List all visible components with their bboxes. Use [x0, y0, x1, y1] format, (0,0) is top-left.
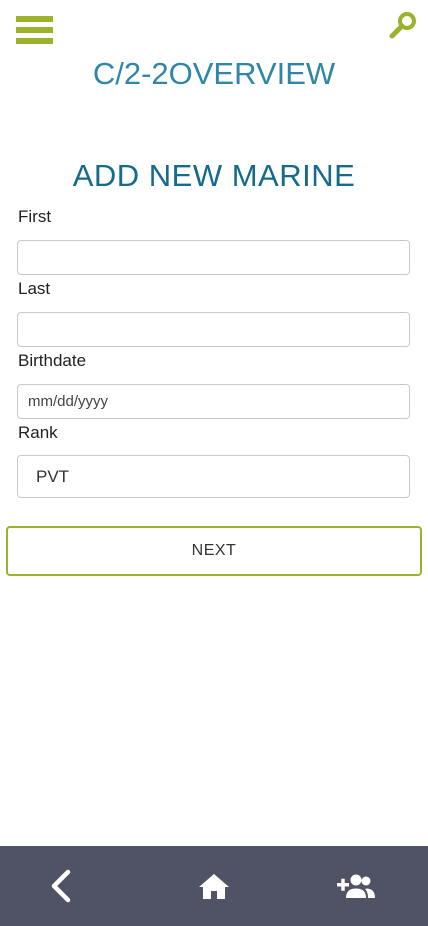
home-icon[interactable]: [194, 866, 234, 906]
next-button[interactable]: NEXT: [6, 526, 422, 576]
rank-select[interactable]: [17, 455, 410, 498]
search-icon[interactable]: [388, 10, 418, 40]
add-marine-screen: C/2-2OVERVIEW ADD NEW MARINE First Last …: [0, 0, 428, 926]
last-name-input[interactable]: [17, 312, 410, 347]
app-title: C/2-2OVERVIEW: [92, 56, 336, 91]
form-title: ADD NEW MARINE: [72, 158, 356, 193]
last-name-label: Last: [18, 279, 51, 298]
bottom-nav-bar: [0, 846, 428, 926]
first-name-input[interactable]: [17, 240, 410, 275]
rank-label: Rank: [18, 423, 58, 442]
birthdate-input[interactable]: [17, 384, 410, 419]
back-chevron-icon[interactable]: [42, 866, 82, 906]
first-name-label: First: [18, 207, 52, 226]
hamburger-menu-icon[interactable]: [16, 16, 53, 44]
birthdate-label: Birthdate: [18, 351, 87, 370]
add-person-icon[interactable]: [336, 866, 376, 906]
